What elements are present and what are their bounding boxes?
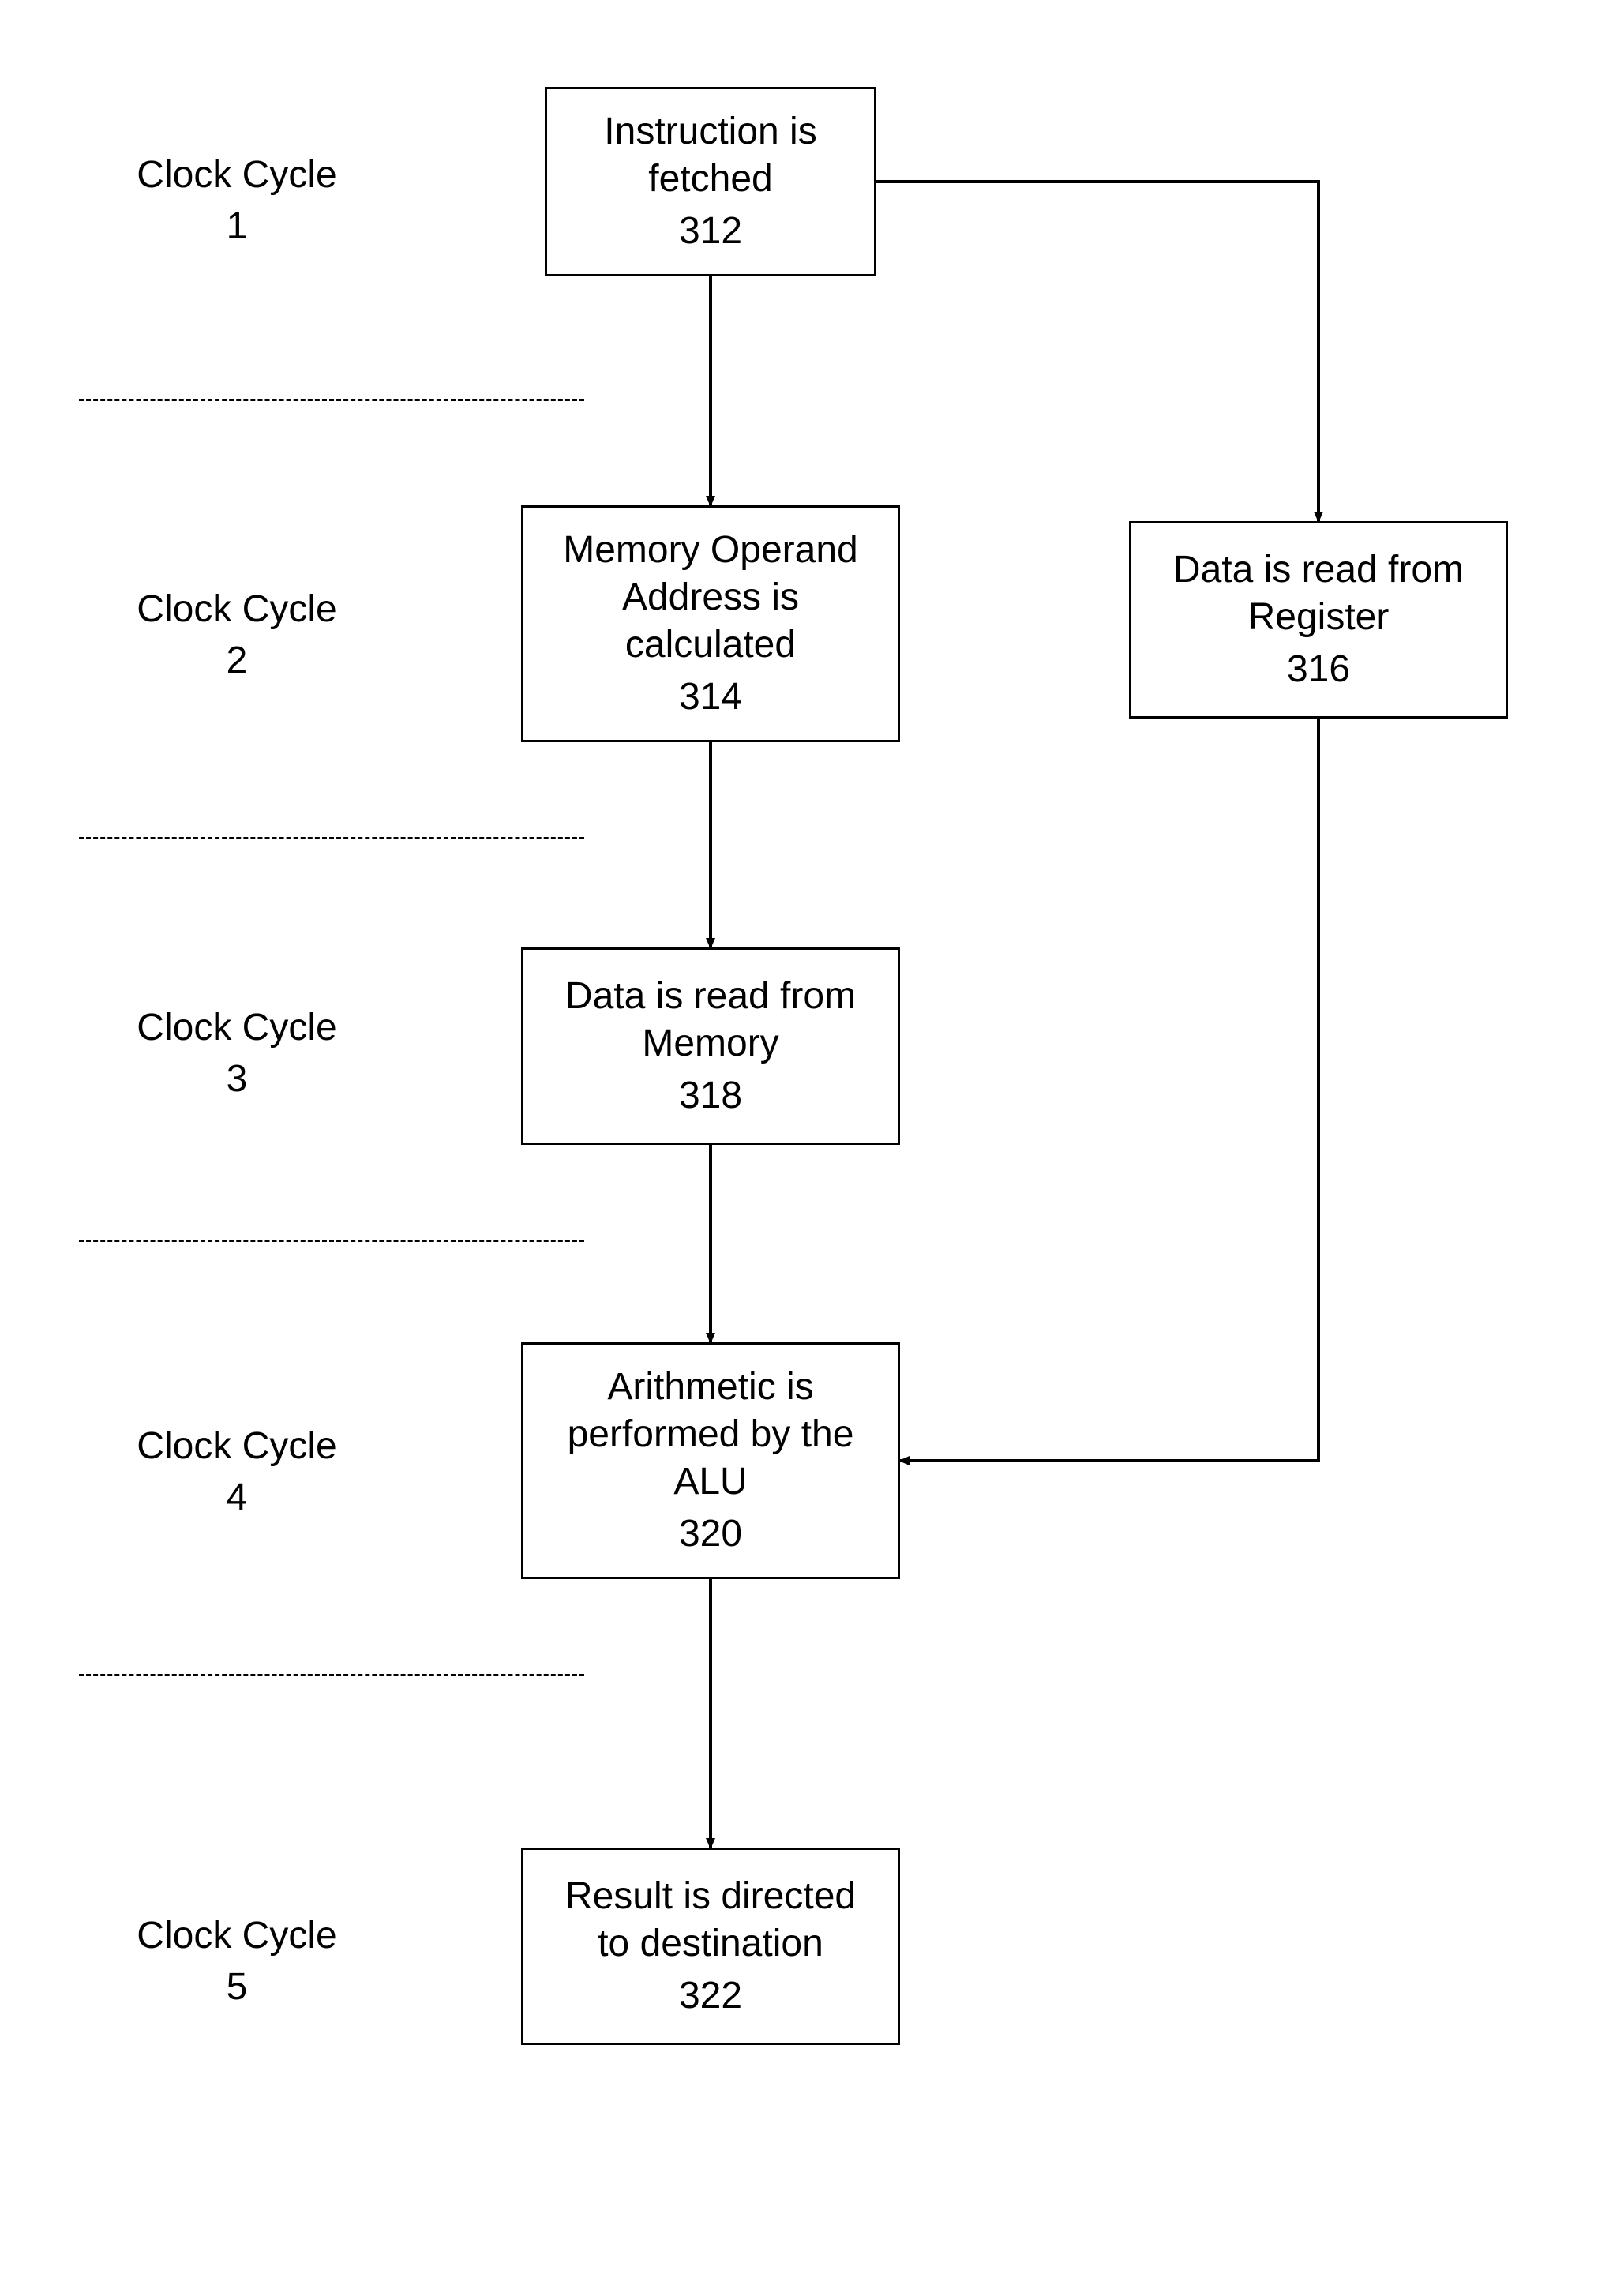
cycle-label-line: Clock Cycle — [111, 1003, 363, 1054]
phase-divider — [79, 1674, 584, 1676]
node-ref: 312 — [679, 208, 742, 255]
edge-316-320 — [900, 719, 1318, 1461]
node-ref: 320 — [679, 1510, 742, 1558]
node-text: fetched — [648, 156, 772, 203]
node-result-destination: Result is directed to destination 322 — [521, 1848, 900, 2045]
phase-divider — [79, 399, 584, 401]
edge-312-316 — [876, 182, 1318, 521]
cycle-label-4: Clock Cycle 4 — [111, 1421, 363, 1524]
node-text: Memory — [642, 1020, 778, 1067]
cycle-label-line: Clock Cycle — [111, 1911, 363, 1962]
cycle-label-num: 3 — [111, 1054, 363, 1105]
node-ref: 318 — [679, 1072, 742, 1120]
phase-divider — [79, 837, 584, 839]
phase-divider — [79, 1240, 584, 1242]
cycle-label-2: Clock Cycle 2 — [111, 584, 363, 687]
node-text: Register — [1248, 594, 1390, 641]
node-data-read-memory: Data is read from Memory 318 — [521, 947, 900, 1145]
node-ref: 322 — [679, 1972, 742, 2020]
node-text: calculated — [625, 621, 796, 669]
diagram-canvas: Clock Cycle 1 Clock Cycle 2 Clock Cycle … — [0, 0, 1624, 2285]
cycle-label-num: 2 — [111, 636, 363, 687]
node-text: Arithmetic is — [607, 1364, 813, 1411]
node-text: Memory Operand — [563, 527, 857, 574]
cycle-label-3: Clock Cycle 3 — [111, 1003, 363, 1105]
node-ref: 316 — [1287, 646, 1350, 693]
cycle-label-num: 4 — [111, 1473, 363, 1524]
cycle-label-5: Clock Cycle 5 — [111, 1911, 363, 2013]
node-text: Instruction is — [604, 108, 816, 156]
cycle-label-line: Clock Cycle — [111, 150, 363, 201]
node-text: ALU — [673, 1458, 747, 1506]
node-text: Data is read from — [1173, 546, 1464, 594]
node-text: performed by the — [568, 1411, 854, 1458]
cycle-label-line: Clock Cycle — [111, 1421, 363, 1473]
node-memory-operand-address: Memory Operand Address is calculated 314 — [521, 505, 900, 742]
node-data-read-register: Data is read from Register 316 — [1129, 521, 1508, 719]
node-instruction-fetched: Instruction is fetched 312 — [545, 87, 876, 276]
cycle-label-1: Clock Cycle 1 — [111, 150, 363, 253]
cycle-label-line: Clock Cycle — [111, 584, 363, 636]
cycle-label-num: 5 — [111, 1962, 363, 2013]
node-ref: 314 — [679, 673, 742, 721]
node-text: Data is read from — [565, 973, 856, 1020]
node-text: Result is directed — [565, 1873, 856, 1920]
node-text: Address is — [622, 574, 799, 621]
node-arithmetic-alu: Arithmetic is performed by the ALU 320 — [521, 1342, 900, 1579]
node-text: to destination — [598, 1920, 823, 1968]
cycle-label-num: 1 — [111, 201, 363, 253]
